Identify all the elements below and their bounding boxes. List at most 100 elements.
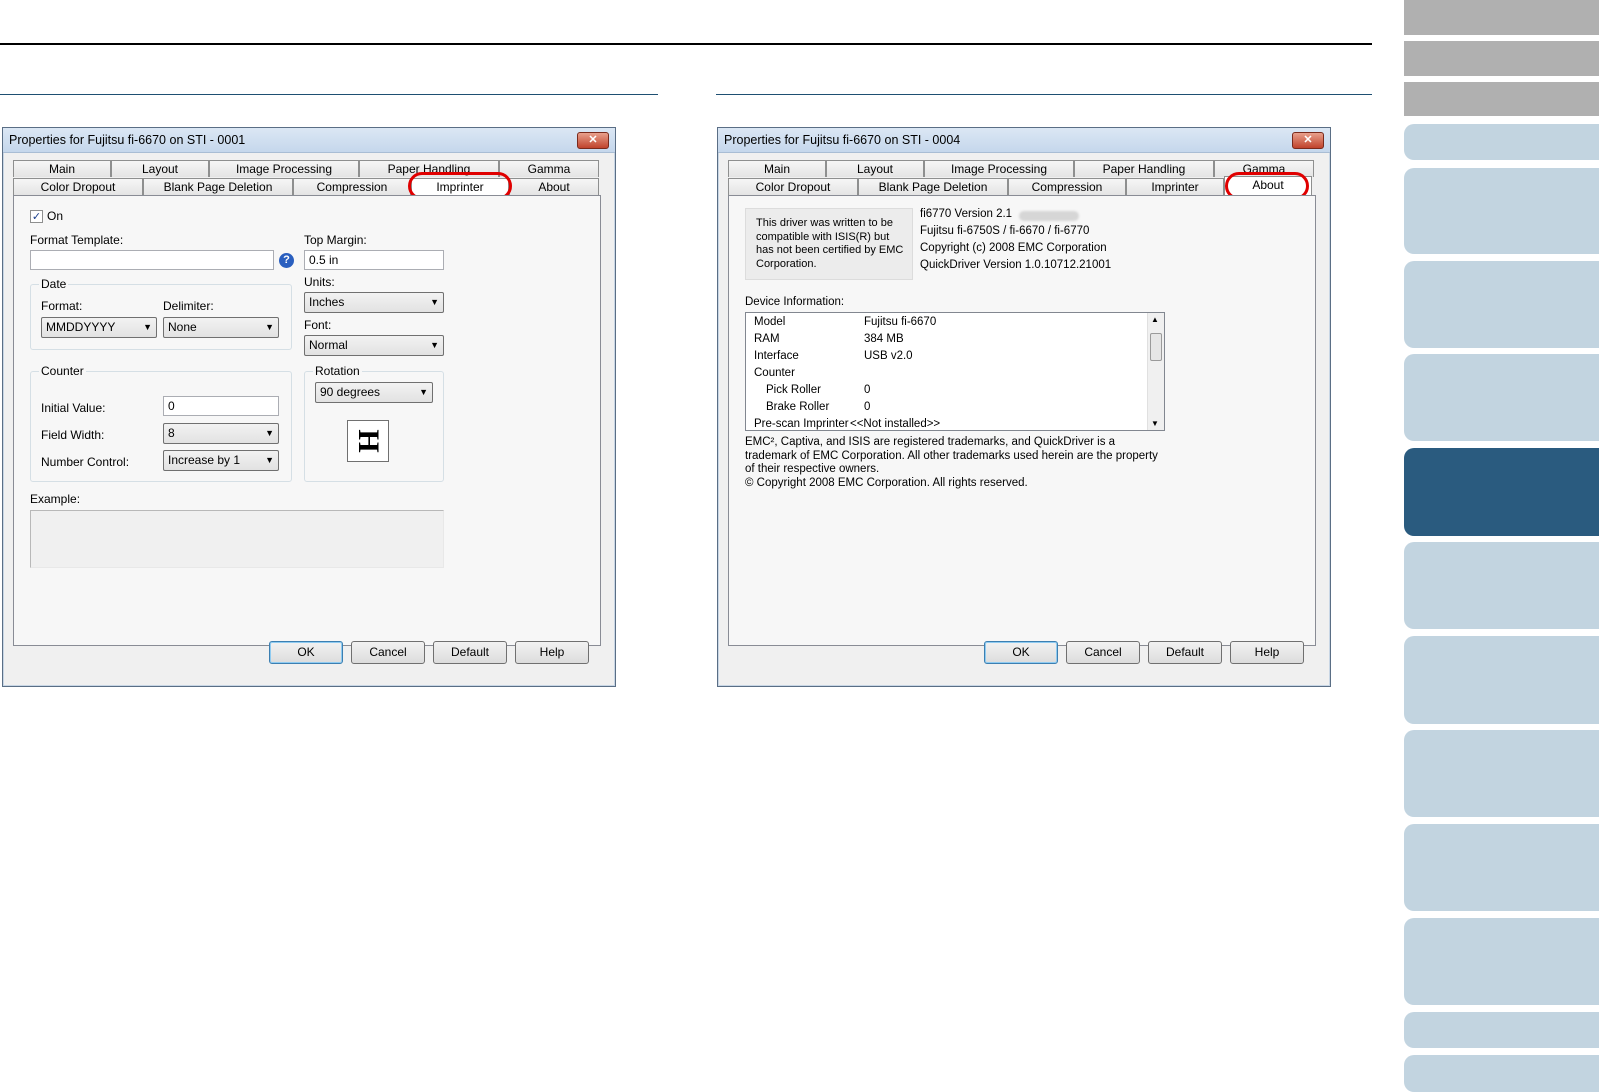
section-rule-left [0, 94, 658, 95]
certification-notice: This driver was written to be compatible… [756, 217, 904, 270]
field-width-label: Field Width: [41, 428, 105, 442]
chevron-down-icon: ▼ [265, 428, 274, 438]
tab-main[interactable]: Main [13, 160, 111, 177]
device-info-list[interactable]: Model Fujitsu fi-6670 RAM 384 MB Interfa… [745, 312, 1165, 431]
scrollbar-thumb[interactable] [1150, 333, 1162, 361]
date-group: Date Format: Delimiter: MMDDYYYY ▼ None ▼ [30, 277, 292, 350]
delimiter-select[interactable]: None ▼ [163, 317, 279, 338]
device-list-scrollbar[interactable]: ▲ ▼ [1147, 313, 1164, 430]
tab-layout[interactable]: Layout [111, 160, 209, 177]
date-format-select[interactable]: MMDDYYYY ▼ [41, 317, 157, 338]
version-line-3: Copyright (c) 2008 EMC Corporation [920, 242, 1107, 254]
tab-blank-page-deletion[interactable]: Blank Page Deletion [143, 178, 293, 195]
rotation-preview-glyph: H [352, 429, 385, 453]
tab-color-dropout[interactable]: Color Dropout [728, 178, 858, 195]
delimiter-value: None [168, 320, 197, 334]
tab-color-dropout[interactable]: Color Dropout [13, 178, 143, 195]
rotation-select[interactable]: 90 degrees ▼ [315, 382, 433, 403]
side-tab-5[interactable] [1404, 168, 1599, 254]
side-tab-6[interactable] [1404, 261, 1599, 348]
side-tab-8-active[interactable] [1404, 448, 1599, 536]
scroll-up-icon[interactable]: ▲ [1151, 315, 1159, 324]
imprinter-dialog: Properties for Fujitsu fi-6670 on STI - … [2, 127, 616, 687]
units-value: Inches [309, 295, 345, 309]
device-info-label: Device Information: [745, 296, 845, 308]
default-button[interactable]: Default [433, 641, 507, 664]
on-label: On [47, 209, 64, 223]
ok-button[interactable]: OK [984, 641, 1058, 664]
chevron-down-icon: ▼ [430, 297, 439, 307]
imprinter-panel: ✓ On Format Template: ? Top Margin: 0.5 … [13, 195, 601, 646]
font-value: Normal [309, 338, 348, 352]
on-checkbox[interactable]: ✓ [30, 210, 43, 223]
ok-button[interactable]: OK [269, 641, 343, 664]
tab-layout[interactable]: Layout [826, 160, 924, 177]
version-line-1: fi6770 Version 2.1 [920, 208, 1013, 220]
device-row-value: <<Not installed>> [850, 418, 941, 430]
tab-row-back: Main Layout Image Processing Paper Handl… [13, 160, 599, 178]
device-row-key: Model [754, 316, 786, 328]
side-tab-11[interactable] [1404, 730, 1599, 817]
number-control-select[interactable]: Increase by 1 ▼ [163, 450, 279, 471]
dialog-title: Properties for Fujitsu fi-6670 on STI - … [724, 133, 961, 147]
side-tab-1[interactable] [1404, 0, 1599, 35]
units-select[interactable]: Inches ▼ [304, 292, 444, 313]
device-row-key: Interface [754, 350, 799, 362]
version-line-4: QuickDriver Version 1.0.10712.21001 [920, 259, 1112, 271]
chevron-down-icon: ▼ [265, 322, 274, 332]
side-tab-3[interactable] [1404, 82, 1599, 116]
help-button[interactable]: Help [515, 641, 589, 664]
tab-gamma[interactable]: Gamma [499, 160, 599, 177]
side-tab-4[interactable] [1404, 124, 1599, 160]
tab-image-processing[interactable]: Image Processing [924, 160, 1074, 177]
top-margin-input[interactable]: 0.5 in [304, 250, 444, 270]
counter-group: Counter Initial Value: 0 Field Width: 8 ▼… [30, 364, 292, 482]
side-tab-12[interactable] [1404, 824, 1599, 911]
side-tab-13[interactable] [1404, 918, 1599, 1005]
side-tab-10[interactable] [1404, 636, 1599, 724]
close-button[interactable]: ✕ [577, 132, 609, 149]
side-tab-14[interactable] [1404, 1012, 1599, 1048]
help-icon[interactable]: ? [279, 253, 294, 268]
help-button[interactable]: Help [1230, 641, 1304, 664]
cancel-button[interactable]: Cancel [1066, 641, 1140, 664]
top-margin-label: Top Margin: [304, 233, 367, 247]
close-button[interactable]: ✕ [1292, 132, 1324, 149]
tab-image-processing[interactable]: Image Processing [209, 160, 359, 177]
tab-compression[interactable]: Compression [293, 178, 411, 195]
tab-main[interactable]: Main [728, 160, 826, 177]
device-row-value: USB v2.0 [864, 350, 913, 362]
chevron-down-icon: ▼ [430, 340, 439, 350]
cancel-button[interactable]: Cancel [351, 641, 425, 664]
copyright-notice: © Copyright 2008 EMC Corporation. All ri… [745, 477, 1028, 489]
side-tab-15[interactable] [1404, 1055, 1599, 1092]
device-row-key: RAM [754, 333, 780, 345]
example-label: Example: [30, 492, 81, 506]
field-width-select[interactable]: 8 ▼ [163, 423, 279, 444]
chevron-down-icon: ▼ [265, 455, 274, 465]
initial-value-input[interactable]: 0 [163, 396, 279, 416]
scroll-down-icon[interactable]: ▼ [1151, 419, 1159, 428]
tab-blank-page-deletion[interactable]: Blank Page Deletion [858, 178, 1008, 195]
units-label: Units: [304, 275, 335, 289]
dialog-titlebar: Properties for Fujitsu fi-6670 on STI - … [3, 128, 615, 153]
format-template-input[interactable] [30, 250, 274, 270]
about-panel: This driver was written to be compatible… [728, 195, 1316, 646]
dialog-title: Properties for Fujitsu fi-6670 on STI - … [9, 133, 246, 147]
rotation-group: Rotation 90 degrees ▼ H [304, 364, 444, 482]
field-width-value: 8 [168, 426, 175, 440]
tab-imprinter[interactable]: Imprinter [1126, 178, 1224, 195]
side-tab-2[interactable] [1404, 41, 1599, 76]
format-label: Format: [41, 299, 83, 313]
date-group-caption: Date [39, 277, 69, 291]
side-tab-9[interactable] [1404, 542, 1599, 629]
rotation-value: 90 degrees [320, 385, 381, 399]
font-label: Font: [304, 318, 332, 332]
tab-paper-handling[interactable]: Paper Handling [1074, 160, 1214, 177]
default-button[interactable]: Default [1148, 641, 1222, 664]
certification-notice-box: This driver was written to be compatible… [745, 208, 913, 280]
font-select[interactable]: Normal ▼ [304, 335, 444, 356]
side-tab-7[interactable] [1404, 354, 1599, 441]
tab-about[interactable]: About [509, 178, 599, 195]
tab-compression[interactable]: Compression [1008, 178, 1126, 195]
